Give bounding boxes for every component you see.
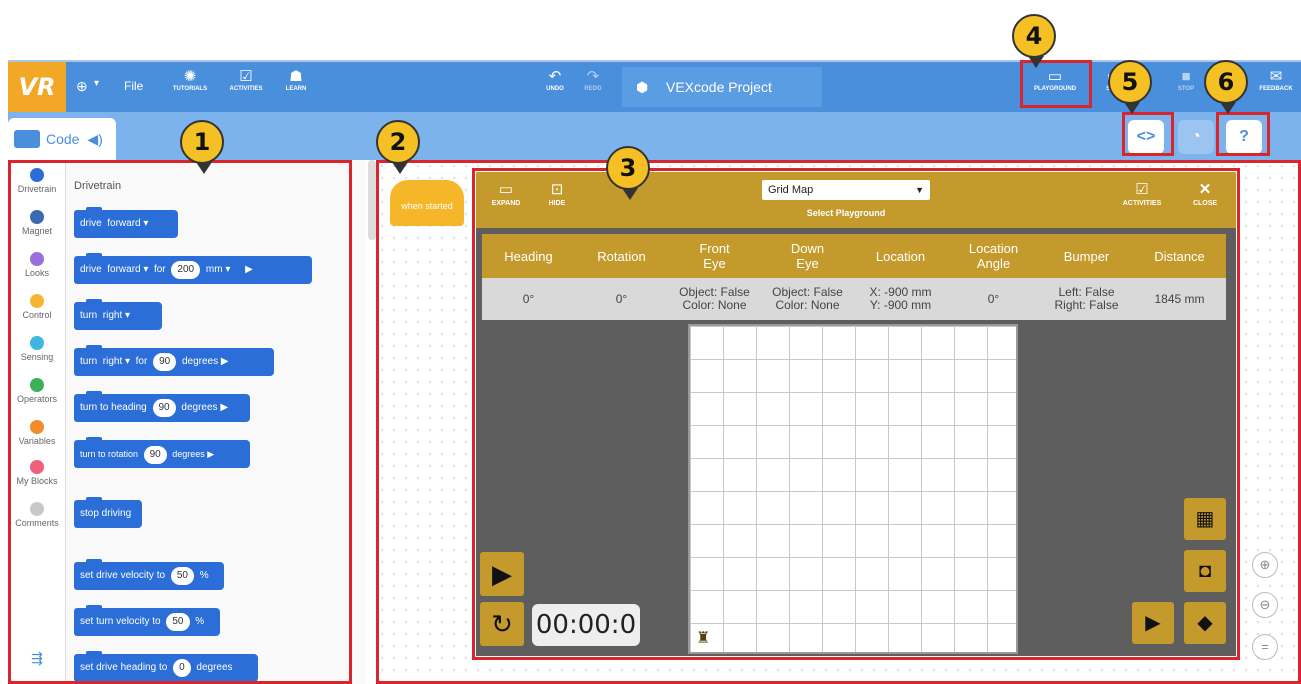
learn-button[interactable]: ☗ LEARN (274, 68, 318, 92)
blocks-icon (14, 130, 40, 148)
stop-icon: ■ (1181, 68, 1191, 85)
vexcode-vr-screen: VR ⊕ ▾ File ✺ TUTORIALS ☑ ACTIVITIES ☗ L… (0, 0, 1301, 684)
callout-badge-2: 2 (376, 120, 420, 174)
undo-icon: ↶ (548, 68, 562, 85)
project-name-field[interactable]: ⬢ VEXcode Project (622, 67, 822, 107)
redo-button[interactable]: ↷ REDO (576, 68, 610, 92)
language-chevron-icon[interactable]: ▾ (94, 78, 99, 89)
file-menu[interactable]: File (124, 79, 143, 93)
callout-box-5 (1122, 112, 1174, 156)
palette-scrollbar[interactable] (368, 160, 376, 240)
callout-badge-4: 4 (1012, 14, 1056, 68)
redo-icon: ↷ (586, 68, 600, 85)
learn-icon: ☗ (289, 68, 303, 85)
speaker-icon[interactable]: ◀) (87, 131, 102, 147)
callout-badge-1: 1 (180, 120, 224, 174)
feedback-button[interactable]: ✉ FEEDBACK (1252, 68, 1300, 92)
lightbulb-icon: ✺ (183, 68, 197, 85)
activities-button[interactable]: ☑ ACTIVITIES (220, 68, 272, 92)
undo-button[interactable]: ↶ UNDO (538, 68, 572, 92)
vr-logo: VR (8, 62, 66, 112)
callout-box-1 (8, 160, 352, 684)
callout-badge-6: 6 (1204, 60, 1248, 114)
tutorials-button[interactable]: ✺ TUTORIALS (164, 68, 216, 92)
code-tab[interactable]: Code ◀) (8, 118, 116, 160)
stop-button[interactable]: ■ STOP (1166, 68, 1206, 92)
callout-badge-5: 5 (1108, 60, 1152, 114)
project-hexagon-icon: ⬢ (636, 79, 649, 95)
envelope-icon: ☑ (239, 68, 253, 85)
callout-badge-3: 3 (606, 146, 650, 200)
feedback-icon: ✉ (1269, 68, 1283, 85)
monitor-dashboard-button[interactable]: ◔ (1178, 120, 1214, 154)
top-toolbar: VR ⊕ ▾ File ✺ TUTORIALS ☑ ACTIVITIES ☗ L… (8, 60, 1301, 112)
globe-icon[interactable]: ⊕ (76, 78, 88, 95)
callout-box-3 (472, 168, 1240, 660)
callout-box-6 (1216, 112, 1270, 156)
